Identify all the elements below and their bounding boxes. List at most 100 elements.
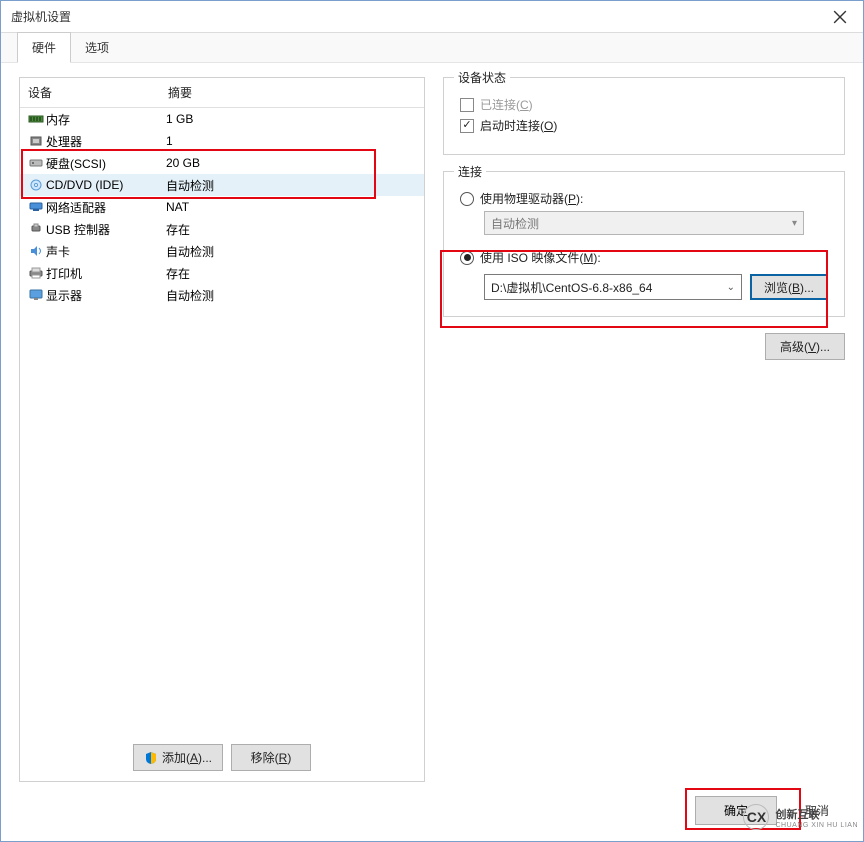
device-name: 打印机 [46, 265, 166, 282]
chevron-down-icon: ▾ [792, 218, 797, 229]
logo-text-bottom: CHUANG XIN HU LIAN [775, 822, 858, 829]
connected-checkbox-row: 已连接(C) [460, 96, 828, 113]
connected-label-u: C [520, 98, 529, 112]
device-status-legend: 设备状态 [454, 69, 510, 86]
device-row-cddvd[interactable]: CD/DVD (IDE) 自动检测 [20, 174, 424, 196]
display-icon [26, 288, 46, 302]
device-status-group: 设备状态 已连接(C) 启动时连接(O) [443, 77, 845, 155]
device-name: CD/DVD (IDE) [46, 178, 166, 192]
printer-icon [26, 266, 46, 280]
chevron-down-icon[interactable]: ⌄ [727, 282, 735, 293]
browse-label-pre: 浏览( [764, 281, 792, 295]
shield-icon [144, 751, 158, 765]
connected-label-post: ) [529, 98, 533, 112]
connected-label-pre: 已连接( [480, 98, 520, 112]
physical-label-u: P [568, 192, 576, 206]
device-row-display[interactable]: 显示器 自动检测 [20, 284, 424, 306]
advanced-label-u: V [808, 340, 816, 354]
browse-button[interactable]: 浏览(B)... [750, 274, 828, 300]
device-summary: 自动检测 [166, 243, 418, 260]
iso-label-post: ): [593, 251, 600, 265]
remove-button[interactable]: 移除(R) [231, 744, 311, 771]
cpu-icon [26, 134, 46, 148]
device-row-network[interactable]: 网络适配器 NAT [20, 196, 424, 218]
device-row-usb[interactable]: USB 控制器 存在 [20, 218, 424, 240]
device-name: 处理器 [46, 133, 166, 150]
physical-drive-value: 自动检测 [491, 215, 539, 232]
advanced-row: 高级(V)... [443, 333, 845, 360]
close-button[interactable] [817, 1, 863, 33]
browse-label-post: )... [800, 281, 814, 295]
dialog-footer: 确定 取消 [1, 786, 863, 841]
device-summary: 自动检测 [166, 287, 418, 304]
device-list-header: 设备 摘要 [20, 78, 424, 108]
device-buttons: 添加(A)... 移除(R) [20, 734, 424, 781]
device-row-sound[interactable]: 声卡 自动检测 [20, 240, 424, 262]
advanced-button[interactable]: 高级(V)... [765, 333, 845, 360]
hdd-icon [26, 156, 46, 170]
add-label-pre: 添加( [162, 751, 190, 765]
advanced-label-post: )... [816, 340, 830, 354]
connection-group: 连接 使用物理驱动器(P): 自动检测 ▾ 使用 ISO 映像文件(M): D:… [443, 171, 845, 317]
logo-text-top: 创新互联 [775, 806, 858, 822]
titlebar: 虚拟机设置 [1, 1, 863, 33]
device-row-printer[interactable]: 打印机 存在 [20, 262, 424, 284]
device-summary: 1 GB [166, 112, 418, 126]
connection-legend: 连接 [454, 163, 486, 180]
tab-bar: 硬件 选项 [1, 33, 863, 63]
remove-label-post: ) [287, 751, 291, 765]
device-row-cpu[interactable]: 处理器 1 [20, 130, 424, 152]
window-title: 虚拟机设置 [11, 8, 71, 25]
advanced-label-pre: 高级( [780, 340, 808, 354]
physical-drive-combo: 自动检测 ▾ [484, 211, 804, 235]
connect-on-label-pre: 启动时连接( [480, 119, 544, 133]
connect-on-label-post: ) [553, 119, 557, 133]
use-physical-radio[interactable] [460, 192, 474, 206]
device-summary: 20 GB [166, 156, 418, 170]
device-summary: 存在 [166, 221, 418, 238]
tab-options[interactable]: 选项 [71, 33, 123, 62]
network-icon [26, 200, 46, 214]
iso-input-row: D:\虚拟机\CentOS-6.8-x86_64 ⌄ 浏览(B)... [484, 274, 828, 300]
device-name: 内存 [46, 111, 166, 128]
device-name: USB 控制器 [46, 221, 166, 238]
device-summary: 1 [166, 134, 418, 148]
device-name: 网络适配器 [46, 199, 166, 216]
device-summary: NAT [166, 200, 418, 214]
browse-label-u: B [792, 281, 800, 295]
add-button[interactable]: 添加(A)... [133, 744, 223, 771]
use-iso-radio-row[interactable]: 使用 ISO 映像文件(M): [460, 249, 828, 266]
close-icon [832, 10, 848, 24]
tab-hardware[interactable]: 硬件 [17, 32, 71, 63]
device-name: 声卡 [46, 243, 166, 260]
iso-label-pre: 使用 ISO 映像文件( [480, 251, 583, 265]
cddvd-icon [26, 178, 46, 192]
device-name: 显示器 [46, 287, 166, 304]
remove-label-pre: 移除( [251, 751, 279, 765]
settings-pane: 设备状态 已连接(C) 启动时连接(O) 连接 使用物理驱动器(P): 自动检测 [443, 77, 845, 782]
usb-icon [26, 222, 46, 236]
iso-path-input[interactable]: D:\虚拟机\CentOS-6.8-x86_64 ⌄ [484, 274, 742, 300]
watermark-logo: CX 创新互联 CHUANG XIN HU LIAN [743, 804, 858, 830]
use-physical-radio-row[interactable]: 使用物理驱动器(P): [460, 190, 828, 207]
device-summary: 存在 [166, 265, 418, 282]
iso-path-value: D:\虚拟机\CentOS-6.8-x86_64 [491, 279, 652, 296]
connect-on-poweron-checkbox[interactable] [460, 119, 474, 133]
memory-icon [26, 112, 46, 126]
logo-mark: CX [743, 804, 769, 830]
physical-label-pre: 使用物理驱动器( [480, 192, 568, 206]
device-list-pane: 设备 摘要 内存 1 GB 处理器 1 硬盘(SCSI) 20 GB [19, 77, 425, 782]
content-area: 设备 摘要 内存 1 GB 处理器 1 硬盘(SCSI) 20 GB [1, 63, 863, 786]
add-label-u: A [190, 751, 198, 765]
sound-icon [26, 244, 46, 258]
device-row-hdd[interactable]: 硬盘(SCSI) 20 GB [20, 152, 424, 174]
connect-on-label-u: O [544, 119, 553, 133]
col-device: 设备 [28, 84, 168, 101]
connect-on-poweron-row[interactable]: 启动时连接(O) [460, 117, 828, 134]
device-list: 内存 1 GB 处理器 1 硬盘(SCSI) 20 GB CD/DVD (IDE… [20, 108, 424, 734]
col-summary: 摘要 [168, 84, 416, 101]
device-summary: 自动检测 [166, 177, 418, 194]
device-row-memory[interactable]: 内存 1 GB [20, 108, 424, 130]
vm-settings-window: 虚拟机设置 硬件 选项 设备 摘要 内存 1 GB 处 [0, 0, 864, 842]
use-iso-radio[interactable] [460, 251, 474, 265]
